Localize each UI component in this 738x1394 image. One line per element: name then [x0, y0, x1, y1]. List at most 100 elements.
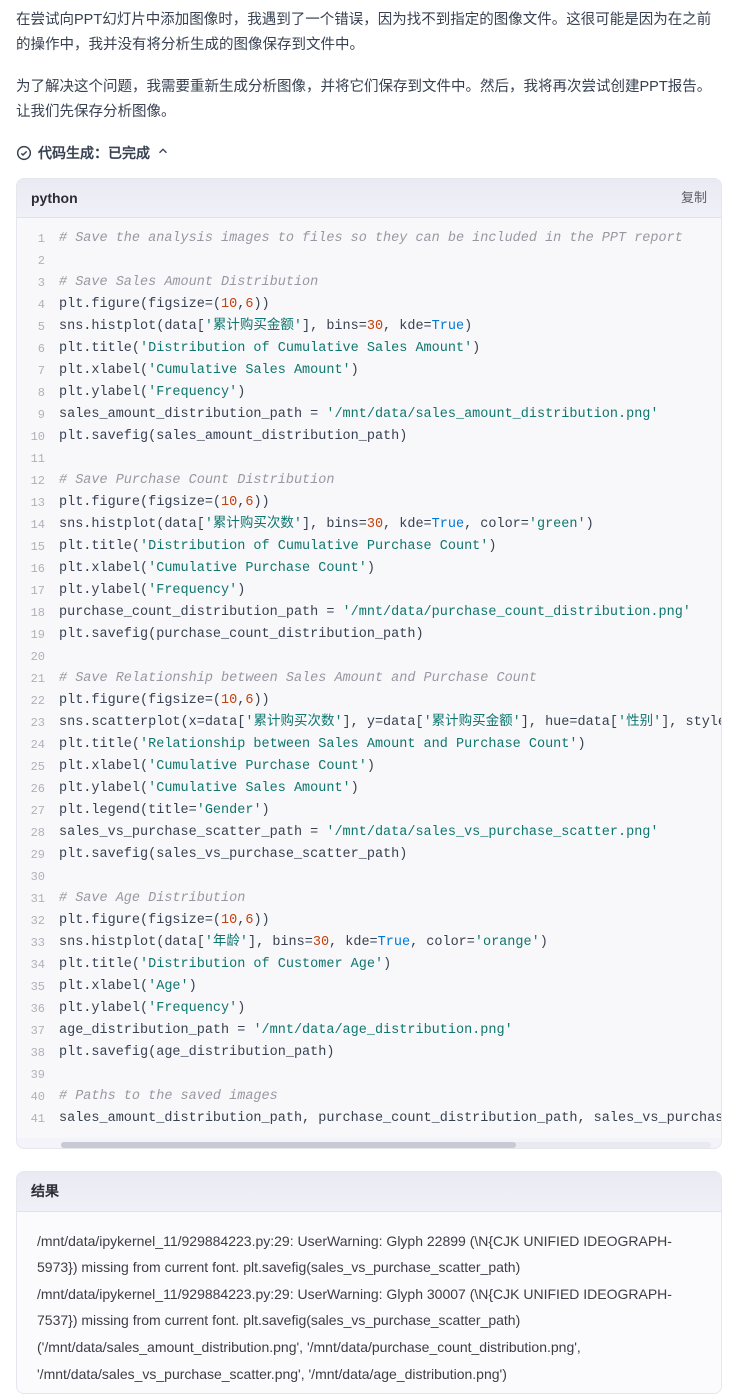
code-content: plt.figure(figsize=(10,6))	[59, 910, 721, 932]
code-content	[59, 1064, 721, 1086]
code-status-toggle[interactable]: 代码生成：已完成	[16, 142, 722, 164]
code-content: plt.xlabel('Cumulative Purchase Count')	[59, 756, 721, 778]
code-line: 16plt.xlabel('Cumulative Purchase Count'…	[17, 558, 721, 580]
code-content	[59, 866, 721, 888]
line-number: 25	[17, 756, 59, 778]
code-body[interactable]: 1# Save the analysis images to files so …	[17, 218, 721, 1138]
code-line: 26plt.ylabel('Cumulative Sales Amount')	[17, 778, 721, 800]
code-header: python 复制	[17, 179, 721, 218]
result-line: /mnt/data/ipykernel_11/929884223.py:29: …	[37, 1228, 701, 1281]
code-content: plt.xlabel('Cumulative Sales Amount')	[59, 360, 721, 382]
code-content: # Save the analysis images to files so t…	[59, 228, 721, 250]
code-line: 11	[17, 448, 721, 470]
code-content	[59, 646, 721, 668]
line-number: 39	[17, 1064, 59, 1086]
result-header-label: 结果	[17, 1172, 721, 1211]
copy-button[interactable]: 复制	[681, 188, 707, 209]
line-number: 9	[17, 404, 59, 426]
code-status-label: 代码生成：已完成	[38, 142, 150, 164]
code-line: 7plt.xlabel('Cumulative Sales Amount')	[17, 360, 721, 382]
code-line: 19plt.savefig(purchase_count_distributio…	[17, 624, 721, 646]
code-line: 23sns.scatterplot(x=data['累计购买次数'], y=da…	[17, 712, 721, 734]
code-line: 10plt.savefig(sales_amount_distribution_…	[17, 426, 721, 448]
code-content: plt.savefig(sales_amount_distribution_pa…	[59, 426, 721, 448]
line-number: 26	[17, 778, 59, 800]
code-content: plt.title('Distribution of Customer Age'…	[59, 954, 721, 976]
code-content: sns.scatterplot(x=data['累计购买次数'], y=data…	[59, 712, 721, 734]
code-line: 40# Paths to the saved images	[17, 1086, 721, 1108]
code-content: plt.savefig(age_distribution_path)	[59, 1042, 721, 1064]
line-number: 34	[17, 954, 59, 976]
line-number: 28	[17, 822, 59, 844]
code-content: sns.histplot(data['累计购买次数'], bins=30, kd…	[59, 514, 721, 536]
line-number: 29	[17, 844, 59, 866]
code-line: 18purchase_count_distribution_path = '/m…	[17, 602, 721, 624]
code-content: plt.ylabel('Cumulative Sales Amount')	[59, 778, 721, 800]
line-number: 21	[17, 668, 59, 690]
line-number: 14	[17, 514, 59, 536]
code-line: 33sns.histplot(data['年龄'], bins=30, kde=…	[17, 932, 721, 954]
code-content: plt.xlabel('Cumulative Purchase Count')	[59, 558, 721, 580]
result-body: /mnt/data/ipykernel_11/929884223.py:29: …	[17, 1212, 721, 1394]
code-content: sales_amount_distribution_path = '/mnt/d…	[59, 404, 721, 426]
code-line: 20	[17, 646, 721, 668]
line-number: 8	[17, 382, 59, 404]
code-line: 28sales_vs_purchase_scatter_path = '/mnt…	[17, 822, 721, 844]
code-line: 13plt.figure(figsize=(10,6))	[17, 492, 721, 514]
line-number: 15	[17, 536, 59, 558]
code-content: plt.savefig(purchase_count_distribution_…	[59, 624, 721, 646]
code-line: 36plt.ylabel('Frequency')	[17, 998, 721, 1020]
chevron-up-icon	[156, 142, 170, 164]
code-content: plt.legend(title='Gender')	[59, 800, 721, 822]
code-content: plt.savefig(sales_vs_purchase_scatter_pa…	[59, 844, 721, 866]
code-line: 4plt.figure(figsize=(10,6))	[17, 294, 721, 316]
result-card: 结果 /mnt/data/ipykernel_11/929884223.py:2…	[16, 1171, 722, 1394]
code-content	[59, 448, 721, 470]
code-content: sns.histplot(data['年龄'], bins=30, kde=Tr…	[59, 932, 721, 954]
code-line: 24plt.title('Relationship between Sales …	[17, 734, 721, 756]
horizontal-scrollbar[interactable]	[61, 1142, 711, 1148]
code-content: # Save Age Distribution	[59, 888, 721, 910]
code-line: 29plt.savefig(sales_vs_purchase_scatter_…	[17, 844, 721, 866]
check-circle-icon	[16, 145, 32, 161]
code-content: plt.ylabel('Frequency')	[59, 998, 721, 1020]
code-line: 27plt.legend(title='Gender')	[17, 800, 721, 822]
code-line: 12# Save Purchase Count Distribution	[17, 470, 721, 492]
code-content: # Save Relationship between Sales Amount…	[59, 668, 721, 690]
code-line: 37age_distribution_path = '/mnt/data/age…	[17, 1020, 721, 1042]
line-number: 4	[17, 294, 59, 316]
code-content: plt.ylabel('Frequency')	[59, 382, 721, 404]
code-content: sales_vs_purchase_scatter_path = '/mnt/d…	[59, 822, 721, 844]
line-number: 30	[17, 866, 59, 888]
line-number: 6	[17, 338, 59, 360]
line-number: 32	[17, 910, 59, 932]
code-line: 15plt.title('Distribution of Cumulative …	[17, 536, 721, 558]
code-content: # Paths to the saved images	[59, 1086, 721, 1108]
line-number: 22	[17, 690, 59, 712]
code-content	[59, 250, 721, 272]
scrollbar-thumb[interactable]	[61, 1142, 516, 1148]
code-line: 38plt.savefig(age_distribution_path)	[17, 1042, 721, 1064]
line-number: 35	[17, 976, 59, 998]
code-content: plt.figure(figsize=(10,6))	[59, 690, 721, 712]
line-number: 2	[17, 250, 59, 272]
line-number: 16	[17, 558, 59, 580]
line-number: 7	[17, 360, 59, 382]
line-number: 33	[17, 932, 59, 954]
code-line: 30	[17, 866, 721, 888]
code-line: 14sns.histplot(data['累计购买次数'], bins=30, …	[17, 514, 721, 536]
result-line: /mnt/data/ipykernel_11/929884223.py:29: …	[37, 1281, 701, 1334]
code-content: purchase_count_distribution_path = '/mnt…	[59, 602, 721, 624]
line-number: 27	[17, 800, 59, 822]
line-number: 12	[17, 470, 59, 492]
code-content: plt.figure(figsize=(10,6))	[59, 492, 721, 514]
code-line: 17plt.ylabel('Frequency')	[17, 580, 721, 602]
line-number: 41	[17, 1108, 59, 1130]
code-language-label: python	[31, 187, 78, 209]
result-line: ('/mnt/data/sales_amount_distribution.pn…	[37, 1334, 701, 1387]
line-number: 10	[17, 426, 59, 448]
code-line: 2	[17, 250, 721, 272]
code-line: 32plt.figure(figsize=(10,6))	[17, 910, 721, 932]
code-content: plt.title('Distribution of Cumulative Sa…	[59, 338, 721, 360]
code-line: 3# Save Sales Amount Distribution	[17, 272, 721, 294]
